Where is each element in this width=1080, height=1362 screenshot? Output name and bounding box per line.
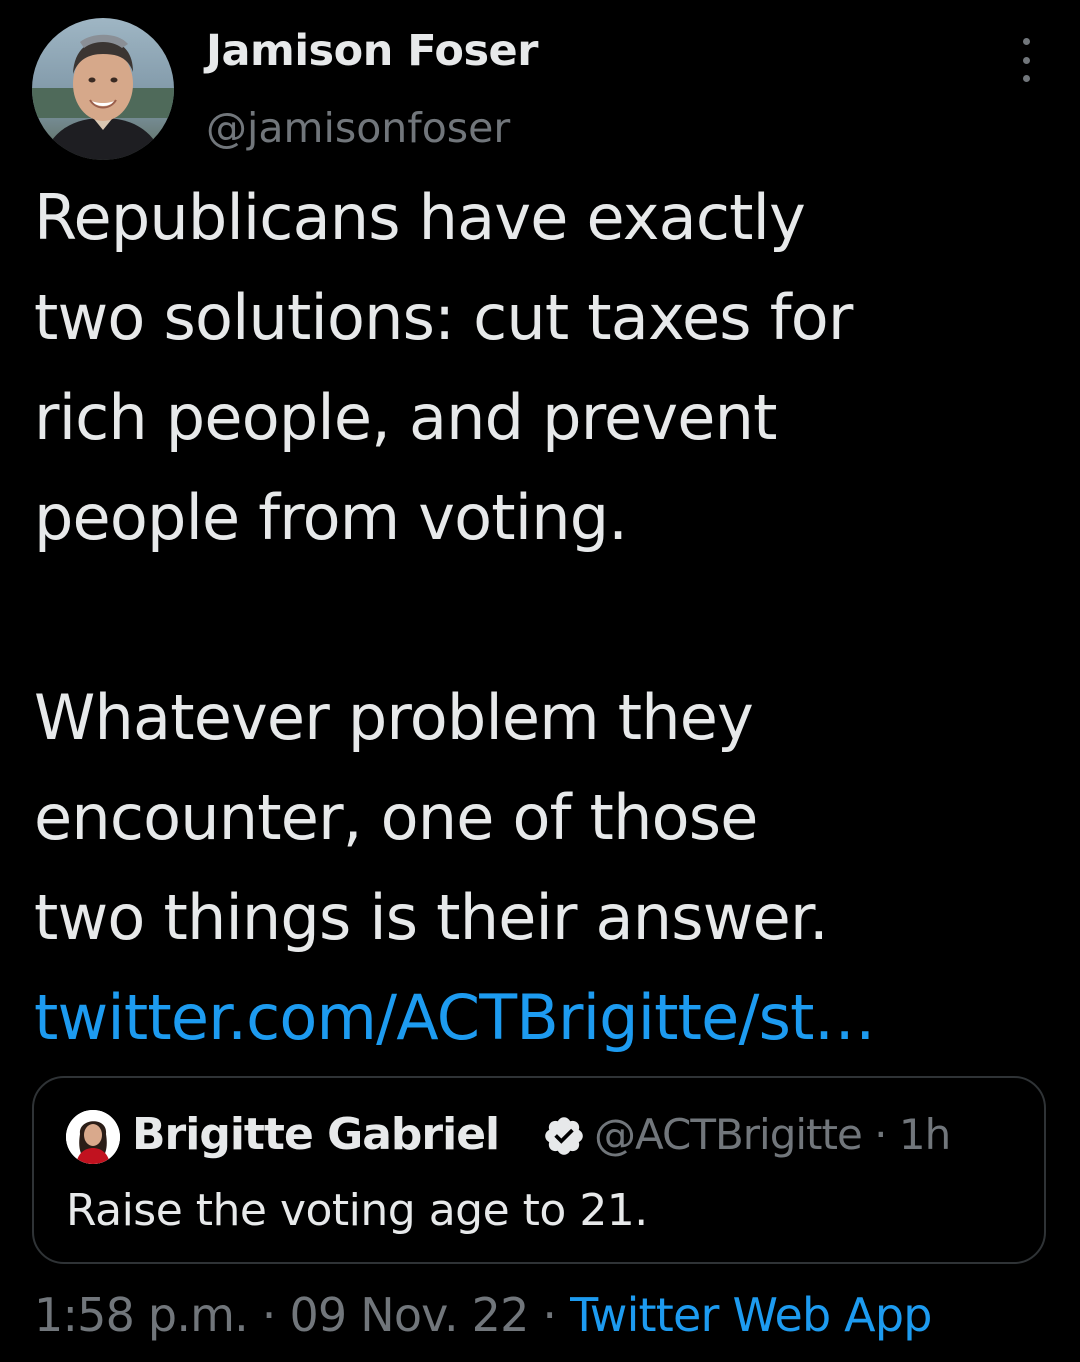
author-display-name[interactable]: Jamison Foser: [206, 22, 538, 80]
more-dot: [1022, 75, 1030, 82]
more-dot: [1022, 38, 1030, 45]
tweet-line: two things is their answer.: [34, 881, 829, 954]
tweet-text: Republicans have exactly two solutions: …: [34, 168, 1054, 1068]
tweet-footer: 1:58 p.m. · 09 Nov. 22 · Twitter Web App: [34, 1284, 932, 1346]
profile-photo: [66, 1110, 120, 1164]
quoted-author-meta: @ACTBrigitte · 1h: [594, 1110, 951, 1159]
tweet-line: Republicans have exactly: [34, 181, 806, 254]
author-handle[interactable]: @jamisonfoser: [206, 100, 510, 156]
more-vertical-icon[interactable]: [1006, 38, 1046, 82]
separator: ·: [247, 1288, 290, 1342]
quoted-tweet-text: Raise the voting age to 21.: [66, 1185, 648, 1236]
tweet-line: encounter, one of those: [34, 781, 758, 854]
tweet-line: two solutions: cut taxes for: [34, 281, 853, 354]
author-avatar[interactable]: [32, 18, 174, 160]
verified-badge-icon: [545, 1117, 583, 1155]
tweet-line: Whatever problem they: [34, 681, 754, 754]
separator: ·: [528, 1288, 571, 1342]
tweet-source-link[interactable]: Twitter Web App: [570, 1288, 932, 1342]
tweet-line: rich people, and prevent: [34, 381, 777, 454]
profile-photo: [32, 18, 174, 160]
paragraph-break: [34, 568, 1054, 668]
tweet-line: people from voting.: [34, 481, 628, 554]
quoted-tweet-link[interactable]: twitter.com/ACTBrigitte/st…: [34, 968, 1054, 1068]
more-dot: [1022, 56, 1030, 64]
tweet-time[interactable]: 1:58 p.m.: [34, 1288, 249, 1342]
quoted-author-name: Brigitte Gabriel: [132, 1109, 500, 1160]
quoted-tweet-card[interactable]: Brigitte Gabriel @ACTBrigitte · 1h Raise…: [32, 1076, 1046, 1264]
quoted-author-avatar[interactable]: [66, 1110, 120, 1164]
tweet-date[interactable]: 09 Nov. 22: [289, 1288, 529, 1342]
